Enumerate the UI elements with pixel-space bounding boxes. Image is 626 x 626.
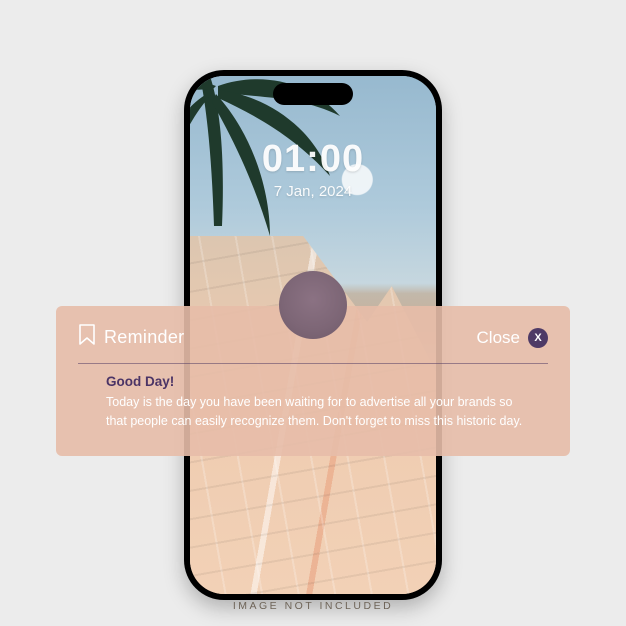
lockscreen-clock: 01:00 7 Jan, 2024 — [190, 138, 436, 200]
bookmark-icon — [78, 324, 96, 351]
close-icon: X — [528, 328, 548, 348]
clock-time: 01:00 — [190, 138, 436, 181]
reminder-body: Good Day! Today is the day you have been… — [78, 374, 548, 432]
reminder-text: Today is the day you have been waiting f… — [106, 393, 536, 432]
reminder-title-group: Reminder — [78, 324, 184, 351]
reminder-greeting: Good Day! — [106, 374, 548, 389]
close-button[interactable]: Close X — [477, 328, 548, 348]
reminder-title: Reminder — [104, 327, 184, 348]
phone-notch — [273, 83, 353, 105]
footer-note: IMAGE NOT INCLUDED — [0, 600, 626, 612]
avatar — [279, 271, 347, 339]
close-label: Close — [477, 328, 520, 348]
clock-date: 7 Jan, 2024 — [190, 183, 436, 200]
